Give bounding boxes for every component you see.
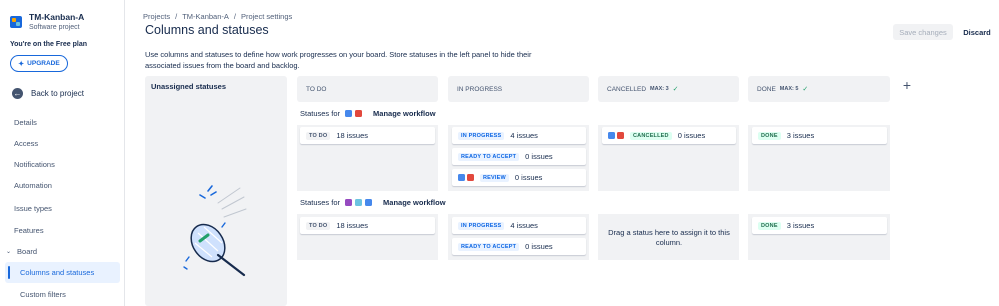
status-lozenge: IN PROGRESS xyxy=(458,221,505,230)
sidebar-item-features[interactable]: Features xyxy=(14,226,44,235)
status-card[interactable]: TO DO 18 issues xyxy=(300,127,435,144)
issue-count: 4 issues xyxy=(510,131,538,140)
issue-count: 0 issues xyxy=(677,131,706,140)
issue-count: 0 issues xyxy=(525,152,553,161)
board-label: Board xyxy=(17,247,38,256)
sidebar-item-custom-filters[interactable]: Custom filters xyxy=(20,290,66,299)
issue-count: 0 issues xyxy=(514,173,543,182)
discard-button[interactable]: Discard xyxy=(958,24,996,40)
upgrade-button[interactable]: ✦ UPGRADE xyxy=(10,55,68,72)
check-icon: ✓ xyxy=(802,86,809,93)
task-issue-type-icon xyxy=(345,110,353,117)
status-card[interactable]: REVIEW 0 issues xyxy=(452,169,586,186)
upgrade-label: UPGRADE xyxy=(27,60,60,67)
sidebar-item-board[interactable]: ⌄ Board xyxy=(6,247,37,256)
breadcrumb-separator: / xyxy=(233,12,236,21)
status-lozenge: TO DO xyxy=(306,221,331,230)
status-card[interactable]: DONE 3 issues xyxy=(752,127,887,144)
breadcrumb-project[interactable]: TM-Kanban-A xyxy=(182,12,229,21)
bug-issue-type-icon xyxy=(467,174,474,181)
subtask-issue-type-icon xyxy=(355,199,363,206)
bug-issue-type-icon xyxy=(617,132,624,139)
issue-count: 0 issues xyxy=(525,242,553,251)
sidebar-item-notifications[interactable]: Notifications xyxy=(14,160,55,169)
project-type: Software project xyxy=(29,24,80,31)
plan-text: You're on the Free plan xyxy=(10,41,87,48)
column-name: IN PROGRESS xyxy=(457,85,503,93)
status-lozenge: DONE xyxy=(758,131,781,140)
statuses-for-label: Statuses for xyxy=(300,198,341,207)
back-to-project-link[interactable]: ← Back to project xyxy=(12,88,84,99)
task-issue-type-icon xyxy=(608,132,615,139)
workflow-2-header: Statuses for Manage workflow xyxy=(300,198,446,207)
sidebar-item-details[interactable]: Details xyxy=(14,118,37,127)
column-cancelled-header[interactable]: CANCELLED MAX: 3 ✓ xyxy=(598,76,679,102)
back-label: Back to project xyxy=(31,89,84,98)
issue-count: 4 issues xyxy=(510,221,538,230)
status-card[interactable]: READY TO ACCEPT 0 issues xyxy=(452,238,586,255)
issue-count: 3 issues xyxy=(786,131,815,140)
status-lozenge: READY TO ACCEPT xyxy=(458,152,520,161)
max-limit-badge: MAX: 3 xyxy=(650,86,669,92)
save-changes-button[interactable]: Save changes xyxy=(893,24,953,40)
project-avatar-icon xyxy=(10,16,22,28)
page-description: Use columns and statuses to define how w… xyxy=(145,50,532,70)
status-lozenge: REVIEW xyxy=(480,173,509,182)
status-card[interactable]: DONE 3 issues xyxy=(752,217,887,234)
sidebar: TM-Kanban-A Software project You're on t… xyxy=(0,0,125,306)
status-lozenge: CANCELLED xyxy=(630,131,672,140)
status-lozenge: TO DO xyxy=(306,131,331,140)
column-todo-header[interactable]: TO DO xyxy=(297,76,326,102)
column-name: CANCELLED xyxy=(607,85,647,93)
manage-workflow-link[interactable]: Manage workflow xyxy=(373,109,436,118)
issue-count: 3 issues xyxy=(786,221,815,230)
status-card[interactable]: READY TO ACCEPT 0 issues xyxy=(452,148,586,165)
workflow-1-header: Statuses for Manage workflow xyxy=(300,109,436,118)
column-name: TO DO xyxy=(306,85,327,93)
status-lozenge: READY TO ACCEPT xyxy=(458,242,520,251)
task-issue-type-icon xyxy=(458,174,465,181)
project-header[interactable]: TM-Kanban-A Software project xyxy=(10,12,84,33)
status-card[interactable]: IN PROGRESS 4 issues xyxy=(452,217,586,234)
active-label: Columns and statuses xyxy=(20,268,95,277)
check-icon: ✓ xyxy=(672,86,679,93)
arrow-left-icon: ← xyxy=(12,88,23,99)
status-card[interactable]: CANCELLED 0 issues xyxy=(602,127,736,144)
task-issue-type-icon xyxy=(365,199,373,206)
sidebar-item-automation[interactable]: Automation xyxy=(14,181,52,190)
epic-issue-type-icon xyxy=(345,199,353,206)
breadcrumb: Projects / TM-Kanban-A / Project setting… xyxy=(143,12,292,21)
column-done-header[interactable]: DONE MAX: 5 ✓ xyxy=(748,76,808,102)
status-lozenge: DONE xyxy=(758,221,781,230)
manage-workflow-link[interactable]: Manage workflow xyxy=(383,198,446,207)
breadcrumb-settings[interactable]: Project settings xyxy=(241,12,292,21)
sparkle-icon: ✦ xyxy=(18,60,25,68)
bug-issue-type-icon xyxy=(355,110,363,117)
column-inprogress-header[interactable]: IN PROGRESS xyxy=(448,76,502,102)
page-title: Columns and statuses xyxy=(145,23,269,37)
status-card[interactable]: IN PROGRESS 4 issues xyxy=(452,127,586,144)
chevron-down-icon: ⌄ xyxy=(6,249,12,255)
max-limit-badge: MAX: 5 xyxy=(779,86,799,92)
status-card[interactable]: TO DO 18 issues xyxy=(300,217,435,234)
project-name: TM-Kanban-A xyxy=(29,12,85,22)
issue-count: 18 issues xyxy=(336,221,369,230)
sidebar-item-issue-types[interactable]: Issue types xyxy=(14,204,52,213)
unassigned-statuses-title: Unassigned statuses xyxy=(151,82,227,91)
add-column-button[interactable]: + xyxy=(899,77,915,93)
sidebar-item-columns-and-statuses[interactable]: Columns and statuses xyxy=(5,262,120,283)
issue-count: 18 issues xyxy=(336,131,369,140)
breadcrumb-separator: / xyxy=(175,12,178,21)
status-lozenge: IN PROGRESS xyxy=(458,131,505,140)
badminton-illustration-icon xyxy=(183,185,247,277)
statuses-for-label: Statuses for xyxy=(300,109,341,118)
empty-drop-hint: Drag a status here to assign it to this … xyxy=(608,228,730,247)
column-name: DONE xyxy=(757,85,776,93)
sidebar-item-access[interactable]: Access xyxy=(14,139,38,148)
breadcrumb-projects[interactable]: Projects xyxy=(143,12,170,21)
